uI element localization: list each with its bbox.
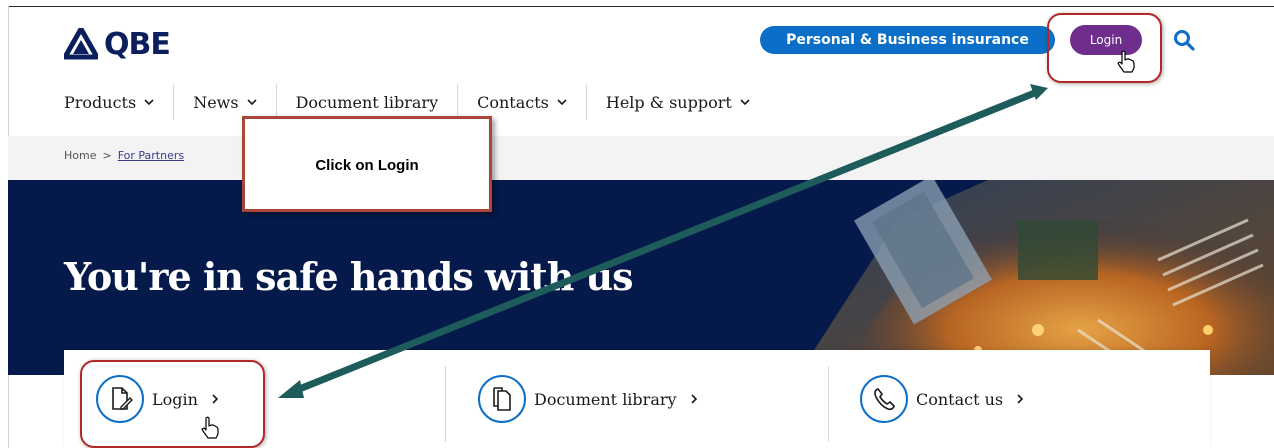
instruction-callout: Click on Login <box>242 116 492 212</box>
chevron-down-icon <box>144 99 154 106</box>
chevron-right-icon <box>690 394 697 404</box>
personal-business-insurance-button[interactable]: Personal & Business insurance <box>760 26 1055 54</box>
city-aerial-image <box>798 180 1274 375</box>
chevron-right-icon <box>1017 394 1024 404</box>
phone-icon <box>860 375 908 423</box>
main-nav: Products News Document library Contacts … <box>64 84 750 120</box>
quick-link-document-library[interactable]: Document library <box>478 350 699 448</box>
qbe-logo-icon <box>64 28 98 60</box>
hand-cursor-icon <box>201 416 219 439</box>
window-top-border <box>8 6 1274 7</box>
nav-divider <box>457 84 459 120</box>
card-divider <box>445 366 446 442</box>
login-header-highlight <box>1047 13 1162 83</box>
search-icon[interactable] <box>1172 28 1196 52</box>
nav-item-label: News <box>193 92 239 112</box>
brand-name: QBE <box>104 26 171 62</box>
quick-link-label: Contact us <box>916 389 1004 409</box>
login-card-highlight <box>80 360 265 448</box>
nav-item-label: Products <box>64 92 137 112</box>
chevron-down-icon <box>557 99 567 106</box>
hand-cursor-icon <box>1117 50 1135 73</box>
quick-link-label: Document library <box>534 389 677 409</box>
breadcrumb: Home > For Partners <box>64 149 184 162</box>
page: QBE Personal & Business insurance Login … <box>0 0 1274 448</box>
nav-divider <box>173 84 175 120</box>
nav-item-label: Contacts <box>477 92 549 112</box>
breadcrumb-current[interactable]: For Partners <box>118 149 184 162</box>
nav-item-label: Help & support <box>605 92 732 112</box>
breadcrumb-bar <box>8 136 1274 180</box>
documents-icon <box>478 375 526 423</box>
card-divider <box>828 366 829 442</box>
nav-divider <box>585 84 587 120</box>
chevron-down-icon <box>740 99 750 106</box>
breadcrumb-separator: > <box>102 149 112 162</box>
quick-link-contact-us[interactable]: Contact us <box>860 350 1025 448</box>
chevron-down-icon <box>247 99 257 106</box>
callout-text: Click on Login <box>315 157 419 174</box>
nav-item-products[interactable]: Products <box>64 84 154 120</box>
hero-title: You're in safe hands with us <box>64 254 634 299</box>
breadcrumb-home[interactable]: Home <box>64 149 96 162</box>
nav-item-contacts[interactable]: Contacts <box>477 84 567 120</box>
nav-item-label: Document library <box>295 92 439 112</box>
nav-item-news[interactable]: News <box>193 84 257 120</box>
nav-item-help-support[interactable]: Help & support <box>606 84 750 120</box>
nav-item-document-library[interactable]: Document library <box>296 84 439 120</box>
qbe-logo[interactable]: QBE <box>64 24 171 64</box>
nav-divider <box>275 84 277 120</box>
